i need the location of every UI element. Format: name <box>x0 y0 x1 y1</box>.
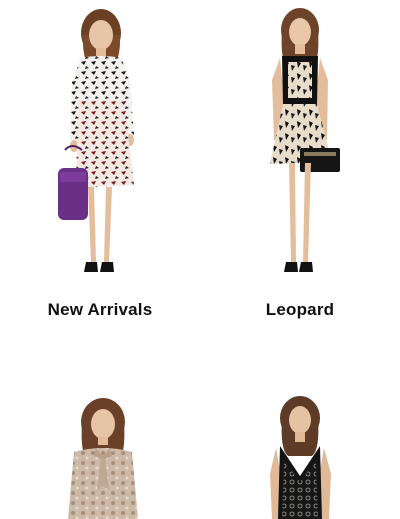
category-label-new-arrivals[interactable]: New Arrivals <box>0 300 200 320</box>
leopard-photo[interactable] <box>200 0 400 290</box>
category-label-leopard[interactable]: Leopard <box>200 300 400 320</box>
new-arrivals-photo[interactable] <box>0 0 200 290</box>
category-tile-leopard[interactable]: Leopard <box>200 0 400 340</box>
lace-gown-photo[interactable] <box>200 390 400 519</box>
category-tile-blouse[interactable] <box>0 390 200 519</box>
category-tile-new-arrivals[interactable]: New Arrivals <box>0 0 200 340</box>
category-grid: New Arrivals Leopard <box>0 0 400 519</box>
category-tile-lace-gown[interactable] <box>200 390 400 519</box>
blouse-photo[interactable] <box>0 390 200 519</box>
